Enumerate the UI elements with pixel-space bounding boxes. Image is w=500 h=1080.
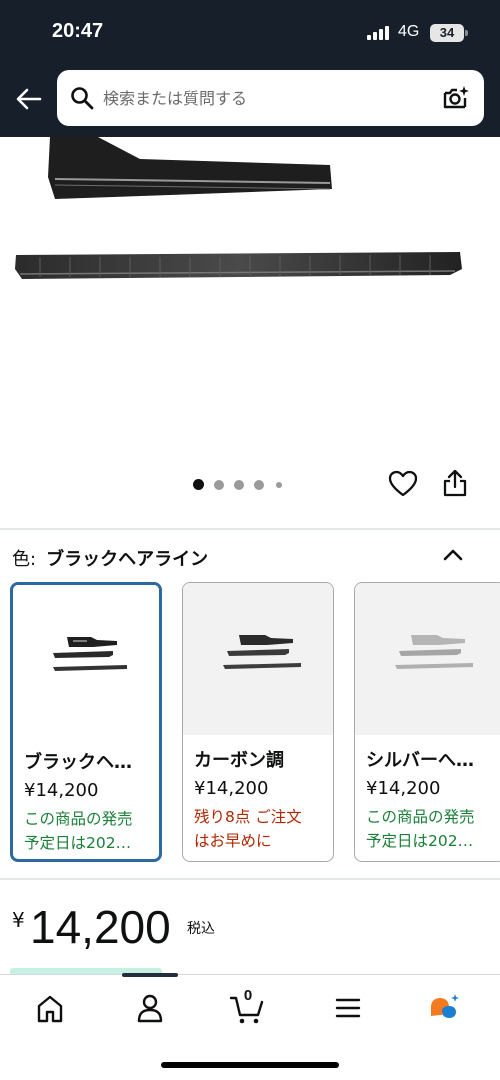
product-image (15, 137, 462, 279)
nav-menu[interactable] (328, 991, 368, 1025)
variant-availability: この商品の発売 予定日は202… (366, 805, 500, 853)
network-type: 4G (398, 23, 420, 40)
variant-price: ¥14,200 (24, 780, 99, 801)
variant-thumbnail (355, 583, 500, 735)
add-to-list-button[interactable] (388, 470, 418, 498)
battery-cap (465, 30, 468, 36)
product-page: 20:47 4G 34 検索または質問する 色: ブラックヘアライン ブラックヘ… (0, 0, 500, 1080)
availability-line: 残り8点 ご注文 (194, 808, 302, 826)
pagination-dot[interactable] (214, 480, 224, 490)
variant-name: カーボン調 (194, 750, 284, 771)
top-bar: 20:47 4G 34 (0, 0, 500, 137)
selected-color-value: ブラックヘアライン (46, 549, 209, 570)
tax-note: 税込 (187, 921, 215, 937)
price-amount: 14,200 (30, 901, 171, 953)
variant-availability: この商品の発売 予定日は202… (24, 807, 159, 855)
color-label: 色: (12, 549, 37, 570)
variant-image (395, 635, 473, 669)
back-arrow-icon (16, 88, 42, 110)
back-button[interactable] (14, 84, 44, 114)
variant-name: シルバーへ… (366, 750, 474, 771)
variant-card-carbon[interactable]: カーボン調 ¥14,200 残り8点 ご注文 はお早めに (182, 582, 334, 862)
home-icon (37, 995, 63, 1023)
pagination-dot[interactable] (234, 480, 244, 490)
availability-line: はお早めに (194, 832, 272, 850)
nav-account[interactable] (130, 991, 170, 1025)
nav-cart[interactable]: 0 (228, 987, 268, 1025)
signal-icon (367, 26, 389, 40)
share-icon (443, 469, 467, 497)
search-box[interactable] (57, 70, 484, 126)
divider (0, 878, 500, 880)
price-currency: ¥ (12, 908, 25, 932)
search-input[interactable] (103, 84, 423, 112)
status-time: 20:47 (52, 20, 104, 42)
ai-assistant-icon (431, 994, 459, 1018)
cart-count-badge: 0 (243, 987, 253, 1004)
variant-price: ¥14,200 (366, 778, 441, 799)
search-icon (71, 87, 94, 110)
heart-icon (388, 470, 418, 497)
product-image-gallery[interactable] (0, 137, 500, 517)
account-icon (137, 994, 163, 1023)
variant-image (223, 635, 301, 669)
divider (0, 528, 500, 530)
availability-line: 予定日は202… (24, 834, 132, 852)
pagination-dot-active[interactable] (193, 479, 204, 490)
variant-availability: 残り8点 ご注文 はお早めに (194, 805, 330, 853)
nav-ai-assistant[interactable] (426, 991, 466, 1025)
nav-home[interactable] (30, 991, 70, 1025)
variant-thumbnail (13, 585, 159, 737)
availability-line: 予定日は202… (366, 832, 474, 850)
color-selector-header: 色: ブラックヘアライン (12, 545, 208, 571)
active-tab-indicator (122, 973, 178, 977)
camera-search-icon[interactable] (441, 83, 471, 113)
variant-card-black-hairline[interactable]: ブラックヘ… ¥14,200 この商品の発売 予定日は202… (10, 582, 162, 862)
availability-line: この商品の発売 (366, 808, 475, 826)
availability-line: この商品の発売 (24, 810, 133, 828)
variant-thumbnail (183, 583, 333, 735)
collapse-color-button[interactable] (442, 546, 464, 564)
battery-icon: 34 (430, 24, 464, 42)
share-button[interactable] (441, 468, 469, 498)
variant-image (53, 637, 127, 671)
battery-level: 34 (439, 25, 455, 40)
pagination-dot[interactable] (254, 480, 264, 490)
variant-price: ¥14,200 (194, 778, 269, 799)
variant-name: ブラックヘ… (24, 752, 132, 773)
variant-card-silver-hairline[interactable]: シルバーへ… ¥14,200 この商品の発売 予定日は202… (354, 582, 500, 862)
pagination-dot[interactable] (276, 482, 282, 488)
home-indicator (161, 1062, 339, 1068)
chevron-up-icon (443, 549, 463, 561)
color-variant-list: ブラックヘ… ¥14,200 この商品の発売 予定日は202… カーボン調 ¥1… (10, 582, 500, 864)
menu-icon (335, 998, 361, 1018)
